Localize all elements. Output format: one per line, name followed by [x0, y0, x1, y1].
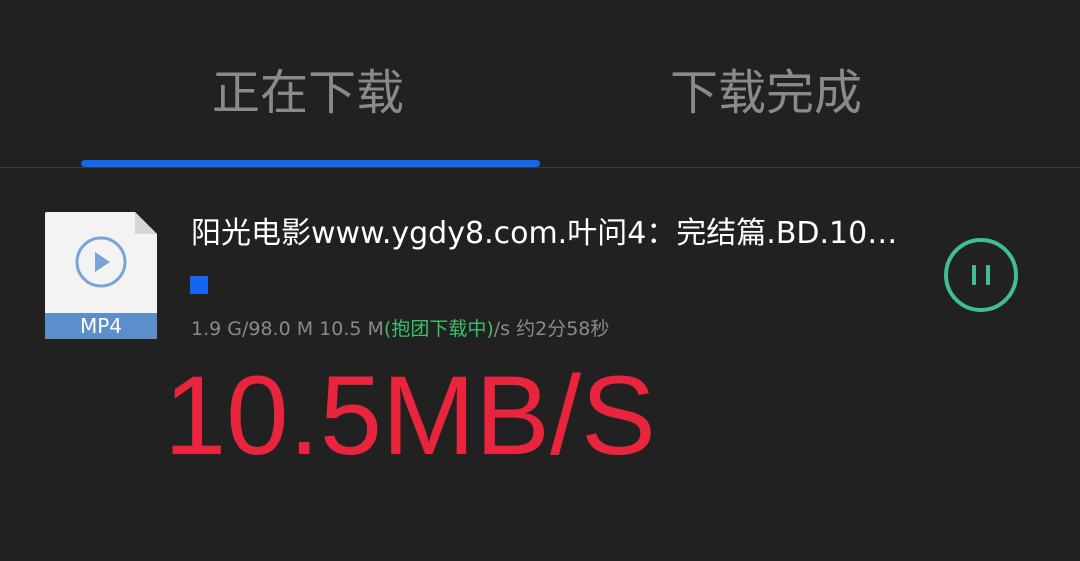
- tab-downloading[interactable]: 正在下载: [212, 58, 404, 128]
- tab-completed[interactable]: 下载完成: [670, 58, 862, 128]
- pause-icon: [944, 238, 1018, 312]
- tab-divider: [0, 167, 1080, 168]
- download-status: 1.9 G/98.0 M 10.5 M(抱团下载中)/s 约2分58秒: [191, 314, 609, 344]
- speed-overlay-text: 10.5MB/S: [164, 353, 656, 478]
- file-type-label: MP4: [79, 314, 123, 338]
- video-file-icon: MP4: [45, 212, 157, 339]
- tab-bar: 正在下载 下载完成: [0, 0, 1080, 168]
- pause-button[interactable]: [943, 237, 1019, 313]
- download-sizes: 1.9 G/98.0 M: [191, 318, 314, 340]
- file-name: 阳光电影www.ygdy8.com.叶问4：完结篇.BD.10…: [191, 216, 898, 251]
- active-tab-indicator: [81, 160, 540, 167]
- time-remaining: 约2分58秒: [516, 318, 610, 340]
- download-speed-unit: /s: [493, 318, 511, 340]
- progress-indicator: [190, 276, 208, 294]
- download-speed-value: 10.5 M: [319, 318, 384, 340]
- group-download-status: (抱团下载中): [383, 318, 494, 340]
